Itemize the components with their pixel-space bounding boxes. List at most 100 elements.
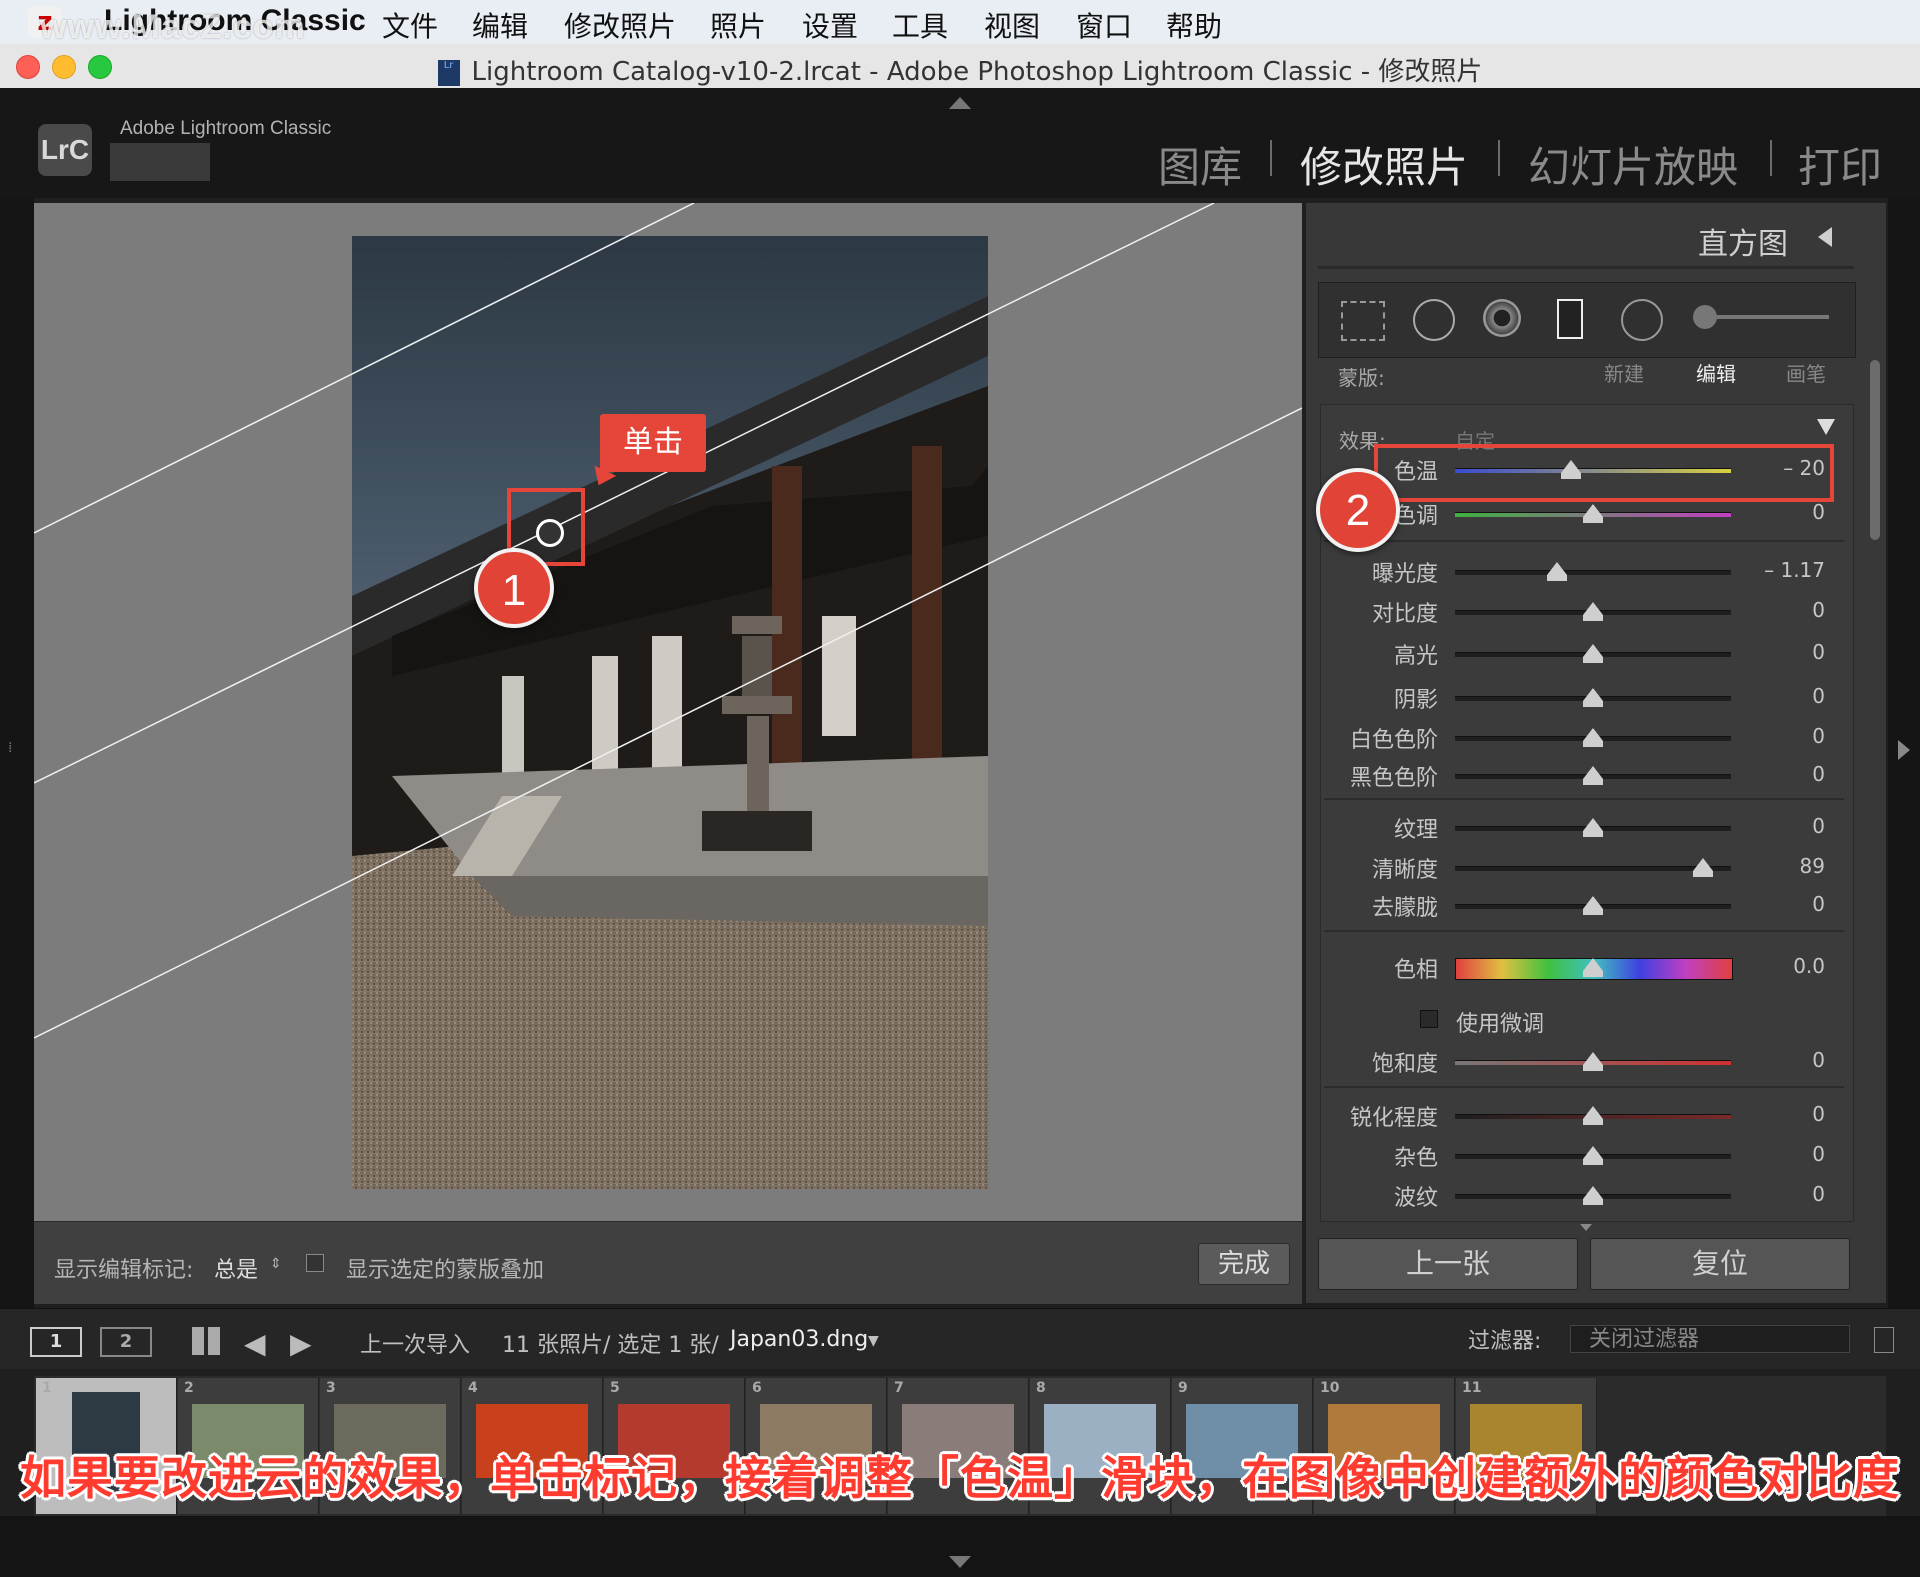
previous-button[interactable]: 上一张 bbox=[1318, 1238, 1578, 1290]
collapse-top-panel-arrow-icon[interactable] bbox=[949, 97, 971, 109]
adjustment-brush-icon[interactable] bbox=[1693, 305, 1717, 329]
slider-knob[interactable] bbox=[1583, 688, 1603, 707]
tutorial-caption: 如果要改进云的效果，单击标记，接着调整「色温」滑块，在图像中创建额外的颜色对比度 bbox=[20, 1451, 1900, 1505]
slider-label: 色相 bbox=[1393, 958, 1438, 983]
left-panel-collapsed[interactable] bbox=[0, 198, 34, 1308]
slider-knob[interactable] bbox=[1583, 818, 1603, 837]
mask-brush-button[interactable]: 画笔 bbox=[1786, 358, 1826, 387]
slider-value[interactable]: 0 bbox=[1745, 598, 1825, 622]
slider-label: 高光 bbox=[1393, 644, 1438, 669]
menu-help[interactable]: 帮助 bbox=[1166, 5, 1222, 45]
module-library[interactable]: 图库 bbox=[1158, 134, 1242, 195]
slider-value[interactable]: 0 bbox=[1745, 892, 1825, 916]
histogram-collapse-icon[interactable] bbox=[1818, 227, 1832, 247]
menu-view[interactable]: 视图 bbox=[984, 5, 1040, 45]
source-label[interactable]: 上一次导入 bbox=[360, 1327, 470, 1359]
slider-value[interactable]: 0 bbox=[1745, 1182, 1825, 1206]
effect-dropdown-icon[interactable] bbox=[1817, 419, 1835, 435]
slider-knob[interactable] bbox=[1583, 1146, 1603, 1165]
menu-settings[interactable]: 设置 bbox=[802, 5, 858, 45]
slider-knob[interactable] bbox=[1583, 1186, 1603, 1205]
window-title-text: Lightroom Catalog-v10-2.lrcat - Adobe Ph… bbox=[471, 57, 1483, 87]
slider-knob[interactable] bbox=[1583, 602, 1603, 621]
slider-knob[interactable] bbox=[1583, 958, 1603, 977]
slider-label: 杂色 bbox=[1393, 1146, 1438, 1171]
nav-forward-icon[interactable]: ▶ bbox=[290, 1327, 312, 1360]
filmstrip-toolbar: 1 2 ◀ ▶ 上一次导入 11 张照片/ 选定 1 张/ Japan03.dn… bbox=[0, 1308, 1920, 1369]
slider-track[interactable] bbox=[1455, 866, 1731, 871]
nav-back-icon[interactable]: ◀ bbox=[244, 1327, 266, 1360]
menu-photo[interactable]: 照片 bbox=[710, 5, 766, 45]
panel-scrollbar[interactable] bbox=[1870, 360, 1880, 540]
mask-edit-button[interactable]: 编辑 bbox=[1696, 358, 1736, 387]
slider-value[interactable]: 0 bbox=[1745, 500, 1825, 524]
module-print[interactable]: 打印 bbox=[1798, 134, 1882, 195]
radial-filter-icon[interactable] bbox=[1621, 299, 1663, 341]
red-eye-icon[interactable] bbox=[1483, 299, 1521, 337]
slider-value[interactable]: 0 bbox=[1745, 724, 1825, 748]
filter-select[interactable]: 关闭过滤器 bbox=[1570, 1325, 1850, 1353]
slider-knob[interactable] bbox=[1547, 562, 1568, 581]
slider-knob[interactable] bbox=[1583, 504, 1603, 523]
slider-knob[interactable] bbox=[1583, 896, 1603, 915]
menu-window[interactable]: 窗口 bbox=[1076, 5, 1132, 45]
show-edit-pins-select[interactable]: 总是 bbox=[214, 1252, 258, 1284]
slider-value[interactable]: 89 bbox=[1745, 854, 1825, 878]
slider-knob[interactable] bbox=[1583, 728, 1603, 747]
thumb-number: 7 bbox=[894, 1380, 904, 1396]
slider-value[interactable]: 0 bbox=[1745, 684, 1825, 708]
slider-label: 阴影 bbox=[1393, 688, 1438, 713]
mask-new-button[interactable]: 新建 bbox=[1604, 358, 1644, 387]
slider-value[interactable]: 0 bbox=[1745, 1102, 1825, 1126]
histogram-header[interactable]: 直方图 bbox=[1318, 205, 1854, 269]
graduated-filter-overlay[interactable] bbox=[34, 203, 1302, 1221]
graduated-filter-icon[interactable] bbox=[1557, 299, 1583, 339]
spot-removal-icon[interactable] bbox=[1413, 299, 1455, 341]
thumb-number: 8 bbox=[1036, 1380, 1046, 1396]
slider-value[interactable]: 0 bbox=[1745, 640, 1825, 664]
filename-dropdown-icon[interactable]: ▼ bbox=[868, 1333, 879, 1349]
menu-edit[interactable]: 编辑 bbox=[472, 5, 528, 45]
module-develop[interactable]: 修改照片 bbox=[1300, 134, 1468, 195]
primary-window-button[interactable]: 1 bbox=[30, 1327, 82, 1357]
grid-view-icon[interactable] bbox=[192, 1327, 220, 1355]
current-filename[interactable]: Japan03.dng bbox=[730, 1327, 868, 1352]
slider-value[interactable]: 0 bbox=[1745, 762, 1825, 786]
slider-knob[interactable] bbox=[1583, 1106, 1603, 1125]
slider-knob[interactable] bbox=[1583, 644, 1603, 663]
slider-value[interactable]: 0 bbox=[1745, 1142, 1825, 1166]
slider-value[interactable]: 0 bbox=[1745, 814, 1825, 838]
slider-knob[interactable] bbox=[1583, 1052, 1603, 1071]
collapse-filmstrip-arrow-icon[interactable] bbox=[949, 1556, 971, 1568]
reset-button[interactable]: 复位 bbox=[1590, 1238, 1850, 1290]
module-separator bbox=[1270, 140, 1272, 176]
slider-label: 清晰度 bbox=[1371, 858, 1438, 883]
done-button[interactable]: 完成 bbox=[1198, 1243, 1290, 1285]
slider-value[interactable]: 0.0 bbox=[1745, 954, 1825, 978]
slider-group-divider bbox=[1324, 540, 1844, 542]
slider-track[interactable] bbox=[1455, 570, 1731, 575]
slider-label: 白色色阶 bbox=[1349, 728, 1438, 753]
right-panel-arrow-icon[interactable] bbox=[1898, 740, 1910, 760]
slider-value[interactable]: – 1.17 bbox=[1745, 558, 1825, 582]
filter-label: 过滤器: bbox=[1468, 1329, 1542, 1354]
fine-tune-checkbox[interactable] bbox=[1420, 1010, 1438, 1028]
slider-knob[interactable] bbox=[1693, 858, 1714, 877]
crop-tool-icon[interactable] bbox=[1341, 301, 1385, 341]
menu-develop[interactable]: 修改照片 bbox=[564, 5, 676, 45]
panel-scroll-down-icon[interactable] bbox=[1580, 1224, 1592, 1231]
show-overlay-checkbox[interactable] bbox=[306, 1254, 324, 1272]
menu-tools[interactable]: 工具 bbox=[892, 5, 948, 45]
left-panel-expand-icon[interactable]: ⁞ bbox=[8, 740, 12, 756]
menu-file[interactable]: 文件 bbox=[382, 5, 438, 45]
slider-label: 黑色色阶 bbox=[1349, 766, 1438, 791]
filter-lock-icon[interactable] bbox=[1874, 1327, 1894, 1353]
slider-value[interactable]: 0 bbox=[1745, 1048, 1825, 1072]
module-separator bbox=[1498, 140, 1500, 176]
step-1-marker: 1 bbox=[474, 548, 554, 628]
thumb-number: 3 bbox=[326, 1380, 336, 1396]
slider-knob[interactable] bbox=[1583, 766, 1603, 785]
show-overlay-label: 显示选定的蒙版叠加 bbox=[346, 1258, 545, 1283]
module-slideshow[interactable]: 幻灯片放映 bbox=[1528, 134, 1738, 195]
secondary-window-button[interactable]: 2 bbox=[100, 1327, 152, 1357]
